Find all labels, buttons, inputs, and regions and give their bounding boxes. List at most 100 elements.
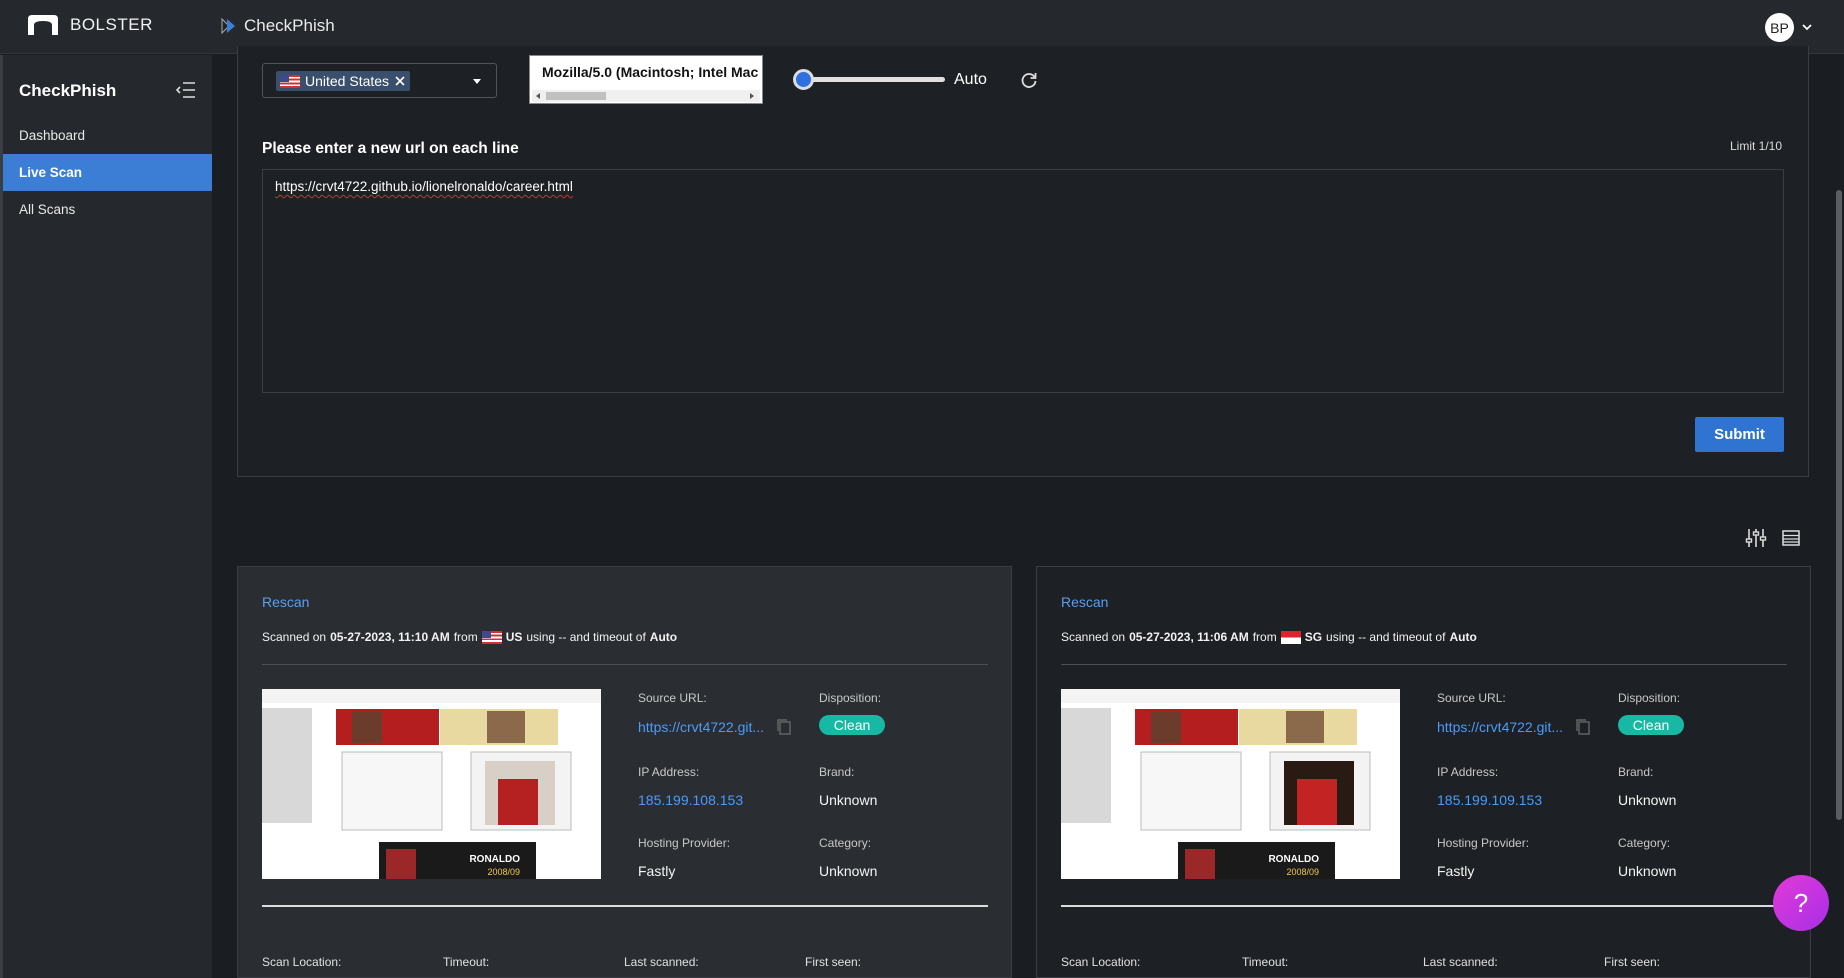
first-seen-label: First seen: (1604, 955, 1661, 969)
country-chip-label: United States (305, 73, 390, 89)
timeout-label: Timeout: (443, 955, 490, 969)
scan-timeout: Auto (1449, 630, 1477, 644)
us-flag-icon (481, 630, 502, 644)
caret-down-icon[interactable] (472, 78, 482, 86)
category-label: Category: (819, 836, 872, 850)
hosting-provider-value: Fastly (1437, 863, 1475, 879)
filter-settings-icon[interactable] (1745, 527, 1767, 549)
scan-country: SG (1304, 630, 1323, 644)
remove-country-icon[interactable] (394, 75, 406, 87)
divider (262, 905, 988, 907)
thumbnail-caption: RONALDO (469, 854, 520, 865)
sg-flag-icon (1280, 630, 1301, 644)
page-screenshot-thumbnail[interactable]: RONALDO 2008/09 (262, 689, 601, 879)
country-chip: United States (276, 71, 411, 91)
url-textarea-content: https://crvt4722.github.io/lionelronaldo… (275, 179, 573, 194)
using-text: using -- and timeout of (526, 630, 646, 644)
first-seen-label: First seen: (805, 955, 862, 969)
user-agent-field[interactable]: Mozilla/5.0 (Macintosh; Intel Mac OS X 1… (529, 55, 763, 104)
reset-icon[interactable] (1019, 70, 1039, 90)
scan-location-label: Scan Location: (1061, 955, 1141, 969)
thumbnail-image: RONALDO 2008/09 (262, 689, 601, 879)
scan-country: US (505, 630, 523, 644)
ip-address-label: IP Address: (1437, 765, 1499, 779)
brand-label: Brand: (819, 765, 855, 779)
from-word: from (453, 630, 478, 644)
brand-value: Unknown (1618, 792, 1677, 808)
table-view-icon[interactable] (1781, 528, 1801, 548)
source-url-label: Source URL: (1437, 691, 1506, 705)
url-textarea[interactable] (262, 169, 1784, 393)
url-input-label: Please enter a new url on each line (262, 140, 519, 157)
page-screenshot-thumbnail[interactable]: RONALDO 2008/09 (1061, 689, 1400, 879)
help-button[interactable]: ? (1773, 875, 1829, 931)
sidebar-item-dashboard[interactable]: Dashboard (3, 117, 212, 154)
divider (1061, 664, 1787, 665)
source-url-label: Source URL: (638, 691, 707, 705)
user-agent-text: Mozilla/5.0 (Macintosh; Intel Mac OS X 1… (542, 64, 762, 80)
from-word: from (1252, 630, 1277, 644)
chevron-down-icon[interactable] (1800, 20, 1814, 34)
timeout-slider-track[interactable] (797, 77, 945, 82)
sidebar-title: CheckPhish (19, 81, 117, 100)
app-switcher[interactable]: CheckPhish (218, 16, 335, 36)
sidebar-item-all-scans[interactable]: All Scans (3, 191, 212, 228)
checkphish-logo-icon (221, 17, 235, 35)
scan-result-card: Rescan Scanned on 05-27-2023, 11:10 AM f… (237, 566, 1012, 978)
sidebar: CheckPhish Dashboard Live Scan All Scans (0, 55, 212, 978)
scroll-left-icon[interactable] (534, 92, 542, 100)
divider (262, 664, 988, 665)
scan-timeout: Auto (649, 630, 678, 644)
country-select[interactable]: United States (262, 63, 497, 98)
page-scroll-thumb[interactable] (1836, 190, 1842, 820)
brand-value: Unknown (819, 792, 878, 808)
brand-name: BOLSTER (70, 15, 153, 34)
rescan-link[interactable]: Rescan (262, 594, 309, 610)
source-url-link[interactable]: https://crvt4722.git... (638, 719, 764, 735)
disposition-badge: Clean (819, 715, 885, 735)
scroll-thumb[interactable] (546, 92, 606, 100)
scan-date: 05-27-2023, 11:10 AM (330, 630, 450, 644)
thumbnail-caption: RONALDO (1268, 854, 1319, 865)
timeout-slider-handle[interactable] (793, 69, 814, 90)
category-value: Unknown (819, 863, 878, 879)
collapse-sidebar-icon[interactable] (175, 81, 197, 99)
thumbnail-image: RONALDO 2008/09 (1061, 689, 1400, 879)
thumbnail-season: 2008/09 (487, 867, 520, 877)
hosting-provider-value: Fastly (638, 863, 676, 879)
source-url-link[interactable]: https://crvt4722.git... (1437, 719, 1563, 735)
scan-result-card: Rescan Scanned on 05-27-2023, 11:06 AM f… (1036, 566, 1811, 978)
ip-address-link[interactable]: 185.199.108.153 (638, 792, 743, 808)
hosting-provider-label: Hosting Provider: (1437, 836, 1530, 850)
scan-location-label: Scan Location: (262, 955, 342, 969)
submit-button[interactable]: Submit (1695, 417, 1784, 452)
us-flag-icon (280, 74, 300, 88)
copy-icon[interactable] (776, 718, 792, 736)
disposition-badge: Clean (1618, 715, 1684, 735)
thumbnail-season: 2008/09 (1286, 867, 1319, 877)
scan-summary: Scanned on 05-27-2023, 11:06 AM from SG … (1061, 630, 1477, 644)
ip-address-link[interactable]: 185.199.109.153 (1437, 792, 1542, 808)
last-scanned-label: Last scanned: (1423, 955, 1498, 969)
ip-address-label: IP Address: (638, 765, 700, 779)
url-limit: Limit 1/10 (1730, 139, 1783, 153)
timeout-label: Timeout: (1242, 955, 1289, 969)
disposition-label: Disposition: (819, 691, 882, 705)
user-avatar[interactable]: BP (1765, 13, 1794, 42)
using-text: using -- and timeout of (1326, 630, 1446, 644)
divider (1061, 905, 1787, 907)
brand-label: Brand: (1618, 765, 1654, 779)
user-agent-scrollbar[interactable] (532, 90, 760, 102)
scroll-right-icon[interactable] (748, 92, 756, 100)
scan-date: 05-27-2023, 11:06 AM (1129, 630, 1249, 644)
rescan-link[interactable]: Rescan (1061, 594, 1108, 610)
copy-icon[interactable] (1575, 718, 1591, 736)
scanned-prefix: Scanned on (1061, 630, 1126, 644)
scan-summary: Scanned on 05-27-2023, 11:10 AM from US … (262, 630, 677, 644)
sidebar-item-live-scan[interactable]: Live Scan (3, 154, 212, 191)
app-name: CheckPhish (244, 16, 335, 35)
category-label: Category: (1618, 836, 1671, 850)
bolster-brand[interactable]: BOLSTER (28, 15, 153, 35)
category-value: Unknown (1618, 863, 1677, 879)
last-scanned-label: Last scanned: (624, 955, 699, 969)
